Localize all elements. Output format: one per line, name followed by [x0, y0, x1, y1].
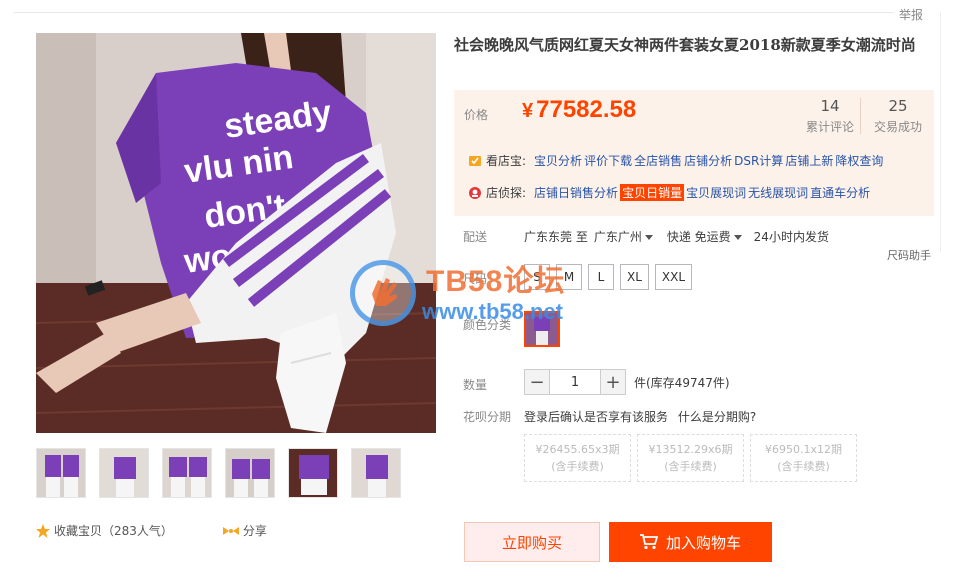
color-label: 颜色分类	[463, 318, 512, 332]
product-title: 社会晚晚风气质网红夏天女神两件套装女夏2018新款夏季女潮流时尚	[454, 36, 916, 54]
favorite-button[interactable]: 收藏宝贝（283人气）	[36, 522, 173, 539]
price-label: 价格	[464, 108, 489, 122]
diantan-heading: 店侦探:	[486, 186, 527, 200]
review-count-label: 累计评论	[806, 120, 855, 134]
report-link[interactable]: 举报	[899, 6, 923, 23]
thumbnail-2[interactable]	[99, 448, 149, 498]
size-helper-link[interactable]: 尺码助手	[887, 247, 931, 263]
huabei-login-text: 登录后确认是否享有该服务	[524, 410, 669, 424]
kdb-link-2[interactable]: 评价下载	[584, 152, 632, 169]
huabei-help-link[interactable]: 什么是分期购?	[678, 410, 756, 424]
size-option-xxl[interactable]: XXL	[654, 264, 693, 290]
favorite-label: 收藏宝贝（283人气）	[54, 524, 173, 538]
diantan-toolbar: 店侦探: 店铺日销售分析 宝贝日销量 宝贝展现词 无线展现词 直通车分析	[468, 184, 872, 201]
ddt-link-5[interactable]: 直通车分析	[810, 184, 870, 201]
currency-symbol: ¥	[522, 100, 534, 122]
size-option-s[interactable]: S	[524, 264, 550, 290]
sales-count-label: 交易成功	[874, 120, 923, 134]
quantity-plus-button[interactable]: +	[600, 369, 626, 395]
kdb-link-5[interactable]: DSR计算	[734, 152, 783, 169]
installment-option-6[interactable]: ¥13512.29x6期 (含手续费)	[637, 434, 744, 482]
cart-icon	[639, 534, 658, 550]
ship-time: 24小时内发货	[753, 230, 829, 244]
kdb-link-3[interactable]: 全店销售	[634, 152, 682, 169]
size-option-xl[interactable]: XL	[620, 264, 649, 290]
size-label: 尺码	[463, 272, 488, 286]
quantity-stepper: − 1 + 件(库存49747件)	[524, 369, 730, 395]
installment-fee: (含手续费)	[777, 460, 830, 473]
thumbnail-1[interactable]	[36, 448, 86, 498]
installment-fee: (含手续费)	[664, 460, 717, 473]
installment-price: ¥26455.65x3期	[535, 443, 620, 456]
size-options: S M L XL XXL	[524, 264, 693, 290]
kdb-link-4[interactable]: 店铺分析	[684, 152, 732, 169]
shipping-label: 配送	[463, 230, 488, 244]
right-divider	[940, 12, 941, 252]
price-amount: 77582.58	[536, 96, 637, 123]
add-to-cart-label: 加入购物车	[665, 533, 741, 552]
quantity-input[interactable]: 1	[550, 369, 600, 395]
kdb-link-6[interactable]: 店铺上新	[785, 152, 833, 169]
ship-method-select[interactable]: 快递 免运费	[667, 228, 742, 245]
installment-options: ¥26455.65x3期 (含手续费) ¥13512.29x6期 (含手续费) …	[524, 434, 857, 482]
size-option-l[interactable]: L	[588, 264, 614, 290]
ddt-link-2[interactable]: 宝贝日销量	[620, 184, 685, 201]
installment-option-3[interactable]: ¥26455.65x3期 (含手续费)	[524, 434, 631, 482]
sales-count: 25	[888, 97, 908, 115]
stock-text: 件(库存49747件)	[634, 375, 730, 390]
ddt-link-3[interactable]: 宝贝展现词	[686, 184, 746, 201]
price-box: 价格 ¥77582.58 14 累计评论 25 交易成功 看店宝: 宝贝分析 评…	[454, 90, 934, 216]
huabei-info: 登录后确认是否享有该服务 什么是分期购?	[524, 408, 756, 425]
size-option-m[interactable]: M	[556, 264, 582, 290]
chevron-down-icon	[644, 235, 653, 240]
ship-to: 广东广州	[593, 230, 642, 244]
buy-now-button[interactable]: 立即购买	[464, 522, 600, 562]
kdb-link-1[interactable]: 宝贝分析	[534, 152, 582, 169]
ddt-link-1[interactable]: 店铺日销售分析	[534, 184, 618, 201]
ddt-link-4[interactable]: 无线展现词	[748, 184, 808, 201]
thumbnail-6[interactable]	[351, 448, 401, 498]
kdb-link-7[interactable]: 降权查询	[835, 152, 883, 169]
ship-method: 快递 免运费	[666, 230, 731, 244]
main-product-image: steady vlu nin don't worry	[36, 33, 436, 433]
thumbnail-4[interactable]	[225, 448, 275, 498]
chevron-down-icon	[733, 235, 742, 240]
thumbnail-strip	[36, 448, 401, 498]
installment-option-12[interactable]: ¥6950.1x12期 (含手续费)	[750, 434, 857, 482]
installment-fee: (含手续费)	[551, 460, 604, 473]
shop-detective-icon	[469, 186, 481, 199]
image-actions: 收藏宝贝（283人气） 分享	[36, 522, 267, 539]
price-value: ¥77582.58	[522, 96, 636, 124]
sales-count-stat[interactable]: 25 交易成功	[874, 96, 922, 135]
add-to-cart-button[interactable]: 加入购物车	[609, 522, 772, 562]
kandianbao-heading: 看店宝:	[486, 154, 527, 168]
review-count-stat[interactable]: 14 累计评论	[806, 96, 854, 135]
share-icon	[222, 526, 239, 535]
color-option-purple[interactable]	[524, 311, 560, 347]
thumbnail-5[interactable]	[288, 448, 338, 498]
thumbnail-3[interactable]	[162, 448, 212, 498]
shop-check-icon	[469, 155, 481, 166]
quantity-label: 数量	[463, 378, 488, 392]
ship-from: 广东东莞 至	[524, 230, 588, 244]
installment-price: ¥13512.29x6期	[648, 443, 733, 456]
huabei-label: 花呗分期	[463, 410, 512, 424]
share-button[interactable]: 分享	[222, 522, 267, 539]
stat-divider	[860, 98, 861, 134]
share-label: 分享	[242, 524, 267, 538]
kandianbao-toolbar: 看店宝: 宝贝分析 评价下载 全店销售 店铺分析 DSR计算 店铺上新 降权查询	[468, 152, 885, 169]
shipping-row: 广东东莞 至 广东广州 快递 免运费 24小时内发货	[524, 228, 829, 245]
star-icon	[36, 523, 50, 538]
quantity-minus-button[interactable]: −	[524, 369, 550, 395]
top-divider	[14, 12, 894, 13]
installment-price: ¥6950.1x12期	[765, 443, 842, 456]
review-count: 14	[820, 97, 840, 115]
ship-to-select[interactable]: 广东广州	[594, 228, 653, 245]
